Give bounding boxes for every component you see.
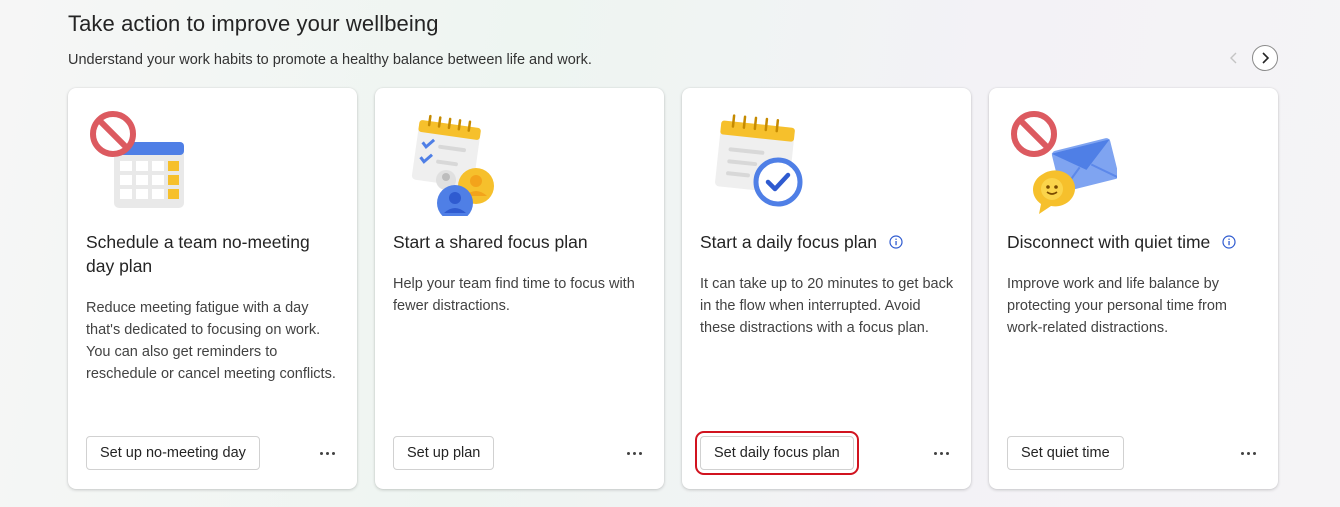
- more-options-button[interactable]: [1237, 442, 1259, 464]
- card-title: Start a shared focus plan: [393, 232, 588, 252]
- more-icon-dot: [1252, 451, 1256, 455]
- carousel-previous-button[interactable]: [1221, 45, 1247, 71]
- more-options-button[interactable]: [316, 442, 338, 464]
- set-up-plan-button[interactable]: Set up plan: [393, 436, 495, 470]
- no-meeting-calendar-illustration: [90, 111, 184, 208]
- card-description: Improve work and life balance by protect…: [1007, 276, 1228, 336]
- card-title-row: Disconnect with quiet time: [1007, 230, 1247, 254]
- more-icon-dot: [945, 451, 949, 455]
- card-title: Start a daily focus plan: [700, 232, 878, 252]
- more-icon-dot: [1246, 451, 1250, 455]
- set-daily-focus-plan-button[interactable]: Set daily focus plan: [695, 431, 859, 475]
- daily-focus-illustration: [715, 114, 803, 207]
- more-icon-dot: [939, 451, 943, 455]
- more-icon-dot: [331, 451, 335, 455]
- card-shared-focus-plan: Start a shared focus plan Help your team…: [375, 88, 664, 489]
- shared-focus-illustration: [411, 114, 494, 216]
- more-icon-dot: [319, 451, 323, 455]
- more-options-button[interactable]: [930, 442, 952, 464]
- more-icon-dot: [1240, 451, 1244, 455]
- card-description: It can take up to 20 minutes to get back…: [700, 276, 954, 336]
- card-quiet-time: Disconnect with quiet time Improve work …: [989, 88, 1278, 489]
- info-icon[interactable]: [1222, 235, 1236, 249]
- card-description: Reduce meeting fatigue with a day that's…: [86, 300, 336, 382]
- info-icon[interactable]: [889, 235, 903, 249]
- card-title: Disconnect with quiet time: [1007, 232, 1211, 252]
- card-title: Schedule a team no-meeting day plan: [86, 232, 310, 276]
- card-description: Help your team find time to focus with f…: [393, 276, 635, 314]
- page-subtitle: Understand your work habits to promote a…: [68, 52, 592, 68]
- chevron-left-icon: [1230, 52, 1237, 64]
- quiet-time-illustration: [1011, 111, 1117, 214]
- more-icon-dot: [325, 451, 329, 455]
- page-title: Take action to improve your wellbeing: [68, 11, 439, 36]
- set-quiet-time-button[interactable]: Set quiet time: [1007, 436, 1124, 470]
- card-title-row: Start a daily focus plan: [700, 230, 940, 254]
- card-no-meeting-day: Schedule a team no-meeting day plan Redu…: [68, 88, 357, 489]
- more-icon-dot: [626, 451, 630, 455]
- set-up-no-meeting-day-button[interactable]: Set up no-meeting day: [86, 436, 260, 470]
- carousel-next-button[interactable]: [1252, 45, 1278, 71]
- more-icon-dot: [933, 451, 937, 455]
- more-icon-dot: [638, 451, 642, 455]
- more-options-button[interactable]: [623, 442, 645, 464]
- card-daily-focus-plan: Start a daily focus plan It can take up …: [682, 88, 971, 489]
- more-icon-dot: [632, 451, 636, 455]
- chevron-right-icon: [1262, 52, 1270, 64]
